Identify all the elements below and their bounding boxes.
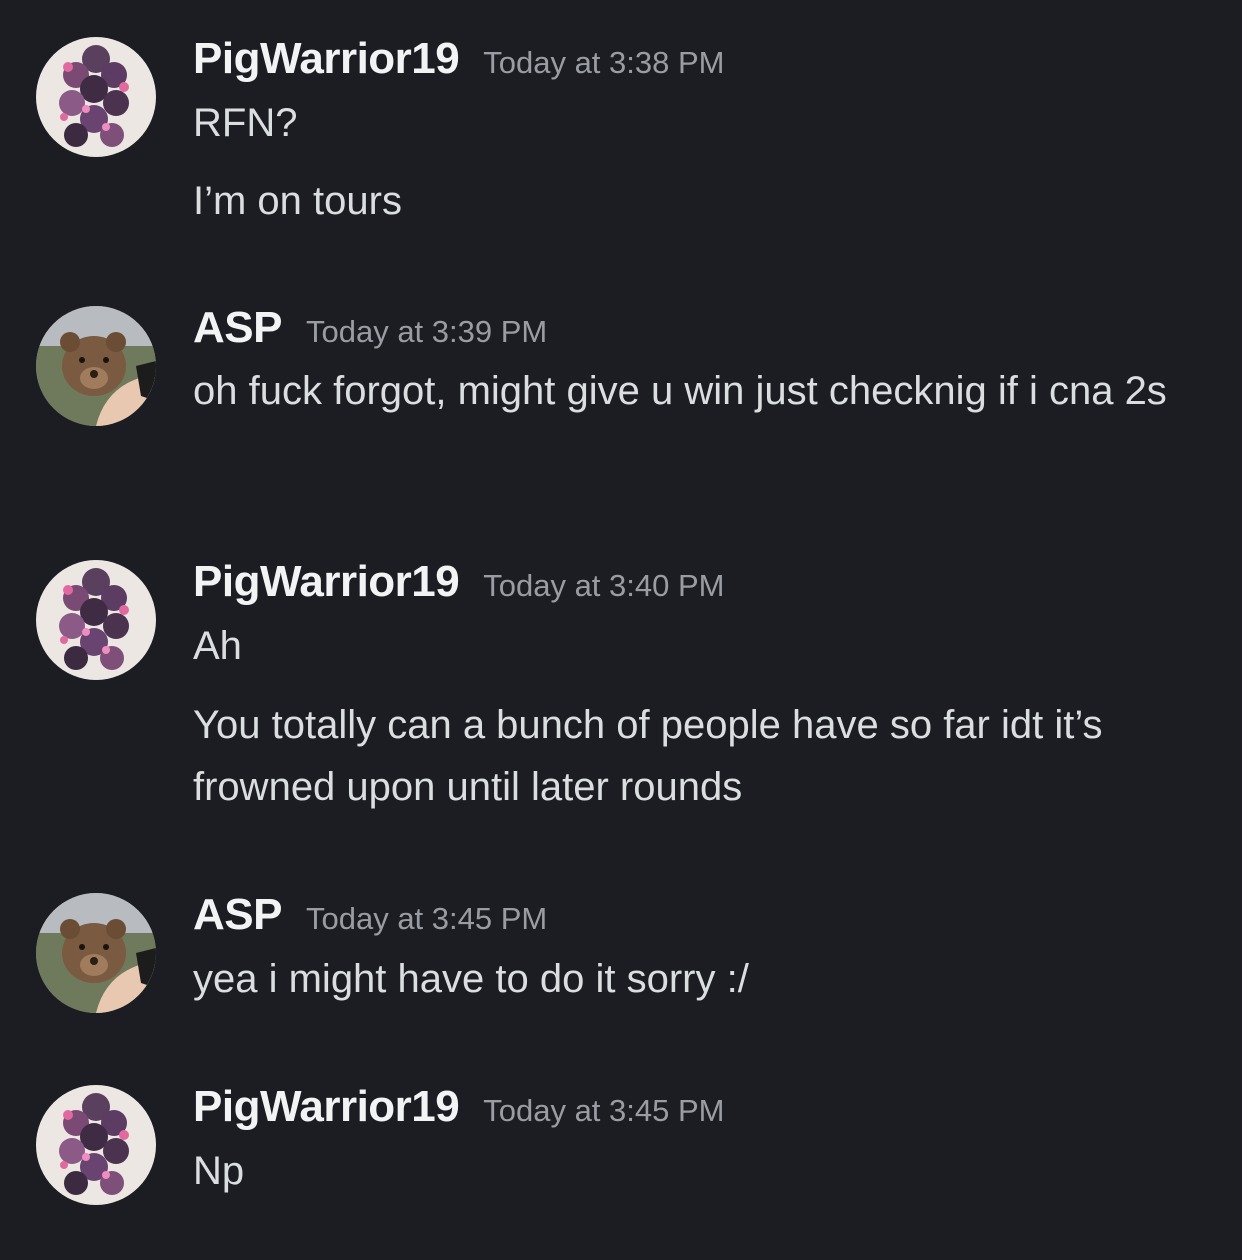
username[interactable]: PigWarrior19	[193, 1082, 460, 1131]
message-text: Np	[193, 1149, 245, 1193]
message-header: PigWarrior19 Today at 3:45 PM	[193, 1082, 724, 1132]
message-group: PigWarrior19 Today at 3:45 PM Np	[0, 0, 1242, 1260]
avatar[interactable]	[36, 1085, 156, 1205]
timestamp[interactable]: Today at 3:45 PM	[483, 1093, 724, 1128]
pig-stack-avatar-icon	[36, 1085, 156, 1205]
